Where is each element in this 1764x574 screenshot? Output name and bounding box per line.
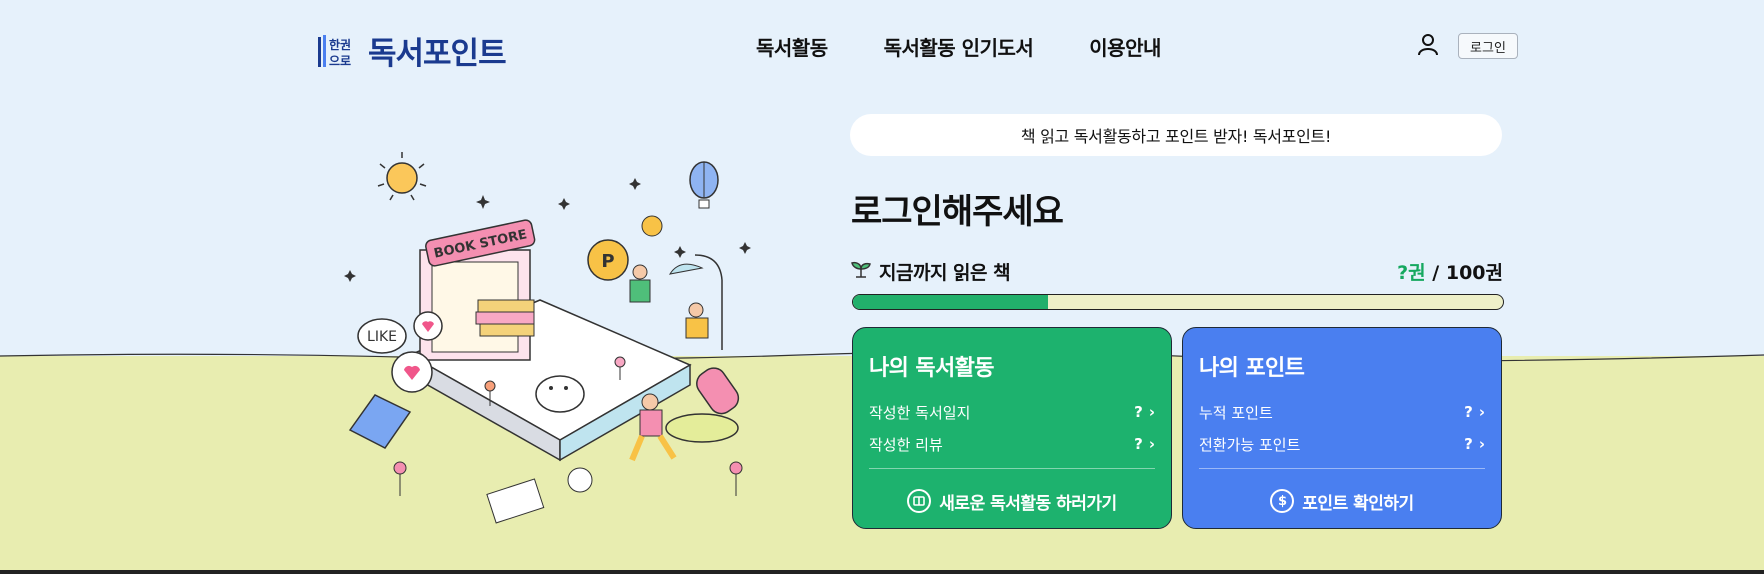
new-activity-label: 새로운 독서활동 하러가기 [939,493,1117,514]
journal-count-value: ? [1134,403,1143,421]
footer-divider [0,570,1764,574]
chevron-right-icon: › [1148,403,1155,421]
books-read-row: 지금까지 읽은 책 ?권 / 100권 [851,258,1503,284]
dollar-icon: $ [1270,489,1295,513]
main-nav: 독서활동 독서활동 인기도서 이용안내 [756,32,1161,61]
reading-progress-fill [853,295,1048,309]
total-points-row[interactable]: 누적 포인트 ? › [1199,396,1485,428]
sprout-icon [851,260,871,283]
my-points-title: 나의 포인트 [1199,356,1305,381]
convertible-points-value: ? [1464,435,1473,453]
reading-progress-bar [852,294,1504,310]
journal-count-label: 작성한 독서일지 [869,403,971,422]
user-icon[interactable] [1416,32,1440,56]
bookstore-illustration: BOOK STORE P LIKE [330,150,800,530]
svg-text:으로: 으로 [329,54,351,68]
books-read-text: 지금까지 읽은 책 [879,261,1011,284]
logo-mark-icon: 한권 으로 [318,33,362,69]
convertible-points-row[interactable]: 전환가능 포인트 ? › [1199,428,1485,460]
reading-activity-card: 나의 독서활동 작성한 독서일지 ? › 작성한 리뷰 ? › 새로운 독서활동 하… [852,327,1172,529]
page-title: 로그인해주세요 [851,192,1064,232]
my-points-card: 나의 포인트 누적 포인트 ? › 전환가능 포인트 ? › $ 포인트 확인하기 [1182,327,1502,529]
chevron-right-icon: › [1148,435,1155,453]
new-activity-button[interactable]: 새로운 독서활동 하러가기 [853,483,1171,519]
reading-activity-title: 나의 독서활동 [869,356,995,381]
books-read-current: ?권 [1397,261,1426,284]
review-count-row[interactable]: 작성한 리뷰 ? › [869,428,1155,460]
chevron-right-icon: › [1478,403,1485,421]
review-count-label: 작성한 리뷰 [869,435,943,454]
check-points-label: 포인트 확인하기 [1302,493,1414,514]
like-bubble-text: LIKE [367,329,397,345]
books-read-count: ?권 / 100권 [1397,258,1503,285]
chevron-right-icon: › [1478,435,1485,453]
promo-banner: 책 읽고 독서활동하고 포인트 받자! 독서포인트! [850,114,1502,156]
card-divider [1199,468,1485,469]
login-button[interactable]: 로그인 [1458,33,1518,59]
svg-text:한권: 한권 [329,37,351,52]
nav-guide[interactable]: 이용안내 [1089,32,1161,61]
books-read-label: 지금까지 읽은 책 [851,258,1011,285]
book-icon [907,489,932,513]
journal-count-row[interactable]: 작성한 독서일지 ? › [869,396,1155,428]
card-divider [869,468,1155,469]
total-points-value: ? [1464,403,1473,421]
books-read-total: / 100권 [1432,261,1503,284]
nav-reading-activity[interactable]: 독서활동 [756,32,828,61]
logo-text: 독서포인트 [368,36,507,72]
svg-text:P: P [601,251,614,272]
total-points-label: 누적 포인트 [1199,403,1273,422]
review-count-value: ? [1134,435,1143,453]
nav-popular-books[interactable]: 독서활동 인기도서 [884,32,1034,61]
convertible-points-label: 전환가능 포인트 [1199,435,1301,454]
logo[interactable]: 한권 으로 독서포인트 [318,28,507,73]
check-points-button[interactable]: $ 포인트 확인하기 [1183,483,1501,519]
